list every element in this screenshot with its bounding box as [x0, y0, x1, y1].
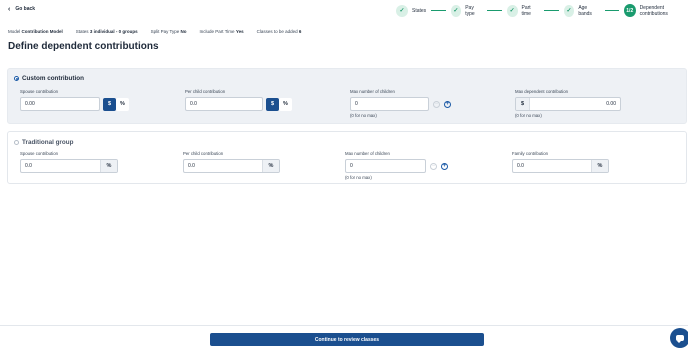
input-value[interactable]: 0.0	[184, 160, 262, 172]
check-icon: ✓	[506, 4, 518, 17]
step-label: States	[412, 7, 427, 14]
field-label: Spouse contribution	[20, 151, 58, 156]
step-connector	[604, 10, 619, 11]
custom-contribution-option[interactable]: Custom contribution	[14, 75, 84, 82]
field-label: Max number of children	[345, 151, 390, 156]
custom-per-child-field: Per child contribution 0.0 $ %	[185, 89, 292, 111]
increment-button[interactable]: +	[441, 162, 448, 170]
trad-max-children-field: Max number of children 0 − + (0 for no m…	[345, 151, 448, 180]
unit-toggle[interactable]: $ %	[266, 97, 292, 111]
custom-spouse-field: Spouse contribution 0.00 $ %	[20, 89, 129, 111]
chat-bubble-icon	[676, 335, 684, 343]
field-hint: (0 for no max)	[350, 113, 377, 118]
input-value[interactable]: 0.0	[513, 160, 591, 172]
field-hint: (0 for no max)	[345, 175, 372, 180]
chat-launcher[interactable]	[670, 328, 688, 348]
step-connector	[487, 10, 502, 11]
dollar-toggle[interactable]: $	[103, 97, 116, 111]
field-label: Max number of children	[350, 89, 395, 94]
input-value[interactable]: 0.00	[530, 98, 620, 110]
per-child-contribution-input[interactable]: 0.0	[185, 97, 263, 111]
trad-per-child-field: Per child contribution 0.0 %	[183, 151, 280, 173]
meta-split-pay-type: Split Pay Type No	[150, 29, 187, 34]
go-back-link[interactable]: ‹ Go back	[8, 5, 36, 13]
progress-stepper: ✓ States ✓ Pay type ✓ Part time ✓ Age ba…	[396, 4, 688, 17]
step-connector	[544, 10, 559, 11]
field-label: Per child contribution	[185, 89, 226, 94]
meta-include-part-time: Include Part Time Yes	[199, 29, 244, 34]
step-badge: 1/2	[623, 4, 636, 17]
step-label: Part time	[521, 4, 531, 17]
increment-button[interactable]: +	[444, 100, 451, 108]
spouse-contribution-input[interactable]: 0.00	[20, 97, 100, 111]
trad-family-field: Family contribution 0.0 %	[512, 151, 609, 173]
step-states[interactable]: ✓ States	[396, 4, 427, 17]
max-children-input[interactable]: 0	[345, 159, 426, 173]
traditional-group-option[interactable]: Traditional group	[14, 139, 73, 146]
radio-selected[interactable]	[14, 76, 19, 81]
percent-suffix: %	[100, 160, 117, 172]
continue-button[interactable]: Continue to review classes	[210, 333, 484, 346]
card-title: Custom contribution	[22, 75, 84, 82]
step-pay-type[interactable]: ✓ Pay type	[450, 4, 483, 17]
family-contribution-input[interactable]: 0.0 %	[512, 159, 609, 173]
percent-toggle[interactable]: %	[279, 97, 292, 111]
field-label: Spouse contribution	[20, 89, 58, 94]
custom-max-children-field: Max number of children 0 − + (0 for no m…	[350, 89, 451, 118]
custom-contribution-card[interactable]: Custom contribution Spouse contribution …	[7, 68, 687, 124]
trad-spouse-field: Spouse contribution 0.0 %	[20, 151, 118, 173]
traditional-group-card[interactable]: Traditional group Spouse contribution 0.…	[7, 131, 687, 184]
check-icon: ✓	[396, 4, 408, 17]
step-dependent-contributions[interactable]: 1/2 Dependent contributions	[623, 4, 688, 17]
custom-max-dependent-field: Max dependent contribution $ 0.00 (0 for…	[515, 89, 621, 118]
field-label: Family contribution	[512, 151, 549, 156]
step-part-time[interactable]: ✓ Part time	[506, 4, 539, 17]
step-label: Dependent contributions	[639, 4, 668, 17]
input-value[interactable]: 0.0	[21, 160, 100, 172]
per-child-contribution-input[interactable]: 0.0 %	[183, 159, 280, 173]
step-label: Age bands	[578, 4, 592, 17]
field-hint: (0 for no max)	[515, 113, 542, 118]
meta-classes: Classes to be added 6	[256, 29, 302, 34]
meta-model: Model Contribution Model	[8, 29, 63, 34]
percent-toggle[interactable]: %	[116, 97, 129, 111]
field-label: Max dependent contribution	[515, 89, 569, 94]
top-bar: ‹ Go back ✓ States ✓ Pay type ✓ Part tim…	[0, 0, 688, 22]
footer-bar: Continue to review classes	[0, 325, 688, 348]
max-children-input[interactable]: 0	[350, 97, 429, 111]
step-age-bands[interactable]: ✓ Age bands	[563, 4, 600, 17]
percent-suffix: %	[262, 160, 279, 172]
check-icon: ✓	[450, 4, 462, 17]
go-back-label: Go back	[15, 6, 36, 12]
decrement-button[interactable]: −	[433, 100, 440, 108]
spouse-contribution-input[interactable]: 0.0 %	[20, 159, 118, 173]
unit-toggle[interactable]: $ %	[103, 97, 129, 111]
dollar-prefix: $	[516, 98, 530, 110]
radio-unselected[interactable]	[14, 140, 19, 145]
summary-meta: Model Contribution Model States 3 indivi…	[8, 29, 314, 34]
chevron-left-icon: ‹	[8, 5, 11, 13]
step-label: Pay type	[465, 4, 475, 17]
step-connector	[431, 10, 446, 11]
max-dependent-input[interactable]: $ 0.00	[515, 97, 621, 111]
card-title: Traditional group	[22, 139, 74, 146]
percent-suffix: %	[591, 160, 608, 172]
decrement-button[interactable]: −	[430, 162, 437, 170]
meta-states: States 3 individual - 0 groups	[75, 29, 138, 34]
check-icon: ✓	[563, 4, 575, 17]
page-title: Define dependent contributions	[8, 41, 159, 52]
field-label: Per child contribution	[183, 151, 224, 156]
dollar-toggle[interactable]: $	[266, 97, 279, 111]
